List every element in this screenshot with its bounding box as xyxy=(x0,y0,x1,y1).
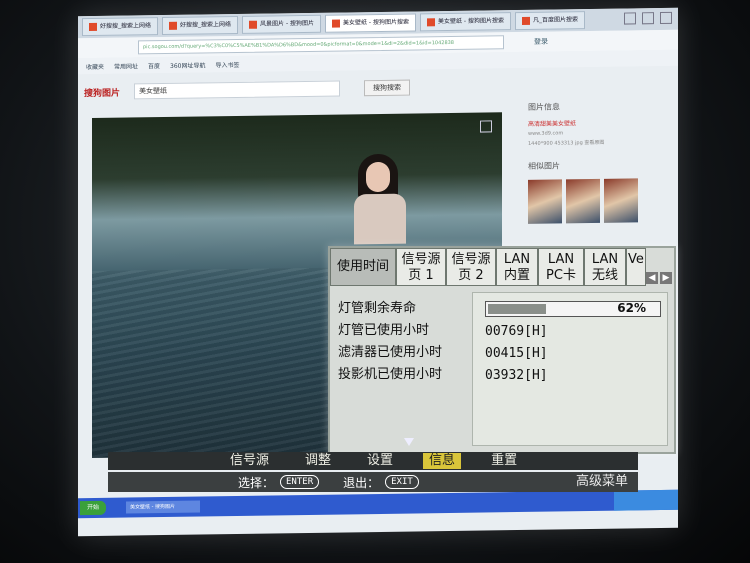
minimize-icon[interactable] xyxy=(624,12,636,25)
browser-tab[interactable]: 风景图片 - 搜狗图片 xyxy=(242,14,322,34)
image-info-panel: 图片信息 高清甜美美女壁纸 www.3d9.com 1440*900 45331… xyxy=(528,100,668,262)
browser-tab[interactable]: 凡_百度图片搜索 xyxy=(514,11,585,31)
browser-tab[interactable]: 好搜搜_搜索上网络 xyxy=(162,15,239,36)
advanced-menu[interactable]: 高级菜单 xyxy=(576,472,628,492)
menu-source[interactable]: 信号源 xyxy=(224,453,275,469)
bookmark-item[interactable]: 导入书签 xyxy=(216,59,240,68)
info-title: 图片信息 xyxy=(528,102,560,112)
start-button[interactable]: 开始 xyxy=(80,500,106,516)
lamp-life-percent: 62% xyxy=(617,301,646,315)
info-link[interactable]: 高清甜美美女壁纸 xyxy=(528,117,668,128)
filter-hours-value: 00415[H] xyxy=(485,346,548,361)
window-controls xyxy=(624,11,672,25)
tab-lan-internal[interactable]: LAN 内置 xyxy=(496,248,538,286)
close-icon[interactable] xyxy=(660,11,672,25)
favicon-icon xyxy=(427,18,435,27)
taskbar-item[interactable]: 美女壁纸 - 搜狗图片 xyxy=(126,500,200,514)
lamp-hours-value: 00769[H] xyxy=(485,324,548,339)
tab-lan-wireless[interactable]: LAN 无线 xyxy=(584,248,626,286)
tab-usage-time[interactable]: 使用时间 xyxy=(330,248,396,286)
info-site: www.3d9.com xyxy=(528,130,564,137)
menu-adjust[interactable]: 调整 xyxy=(299,453,337,469)
filter-hours-label: 滤清器已使用小时 xyxy=(338,345,443,360)
arrow-left-icon[interactable]: ◀ xyxy=(646,272,658,284)
info-size: 1440*900 453313 jpg 查看原图 xyxy=(528,139,605,147)
lamp-hours-label: 灯管已使用小时 xyxy=(338,323,430,338)
select-hint: 选择： xyxy=(238,475,275,490)
browser-tab[interactable]: 好搜搜_搜索上网络 xyxy=(82,17,159,37)
bookmark-item[interactable]: 常用网址 xyxy=(114,61,138,70)
bookmark-item[interactable]: 360网址导航 xyxy=(170,60,205,69)
osd-tabs: 使用时间 信号源 页 1 信号源 页 2 LAN 内置 LAN PC卡 LAN … xyxy=(330,248,674,288)
tab-lan-pccard[interactable]: LAN PC卡 xyxy=(538,248,584,286)
tab-scroll-arrows: ◀ ▶ xyxy=(646,272,672,284)
favicon-icon xyxy=(332,19,341,28)
search-input[interactable]: 美女壁纸 xyxy=(134,80,341,100)
tab-source-page-2[interactable]: 信号源 页 2 xyxy=(446,248,496,286)
favicon-icon xyxy=(521,16,530,25)
osd-value-column: 62% 00769[H] 00415[H] 03932[H] xyxy=(472,292,668,446)
related-thumb[interactable] xyxy=(604,178,638,223)
favicon-icon xyxy=(249,20,258,29)
search-button[interactable]: 搜狗搜索 xyxy=(364,79,411,97)
enter-key-icon: ENTER xyxy=(280,475,320,489)
windows-taskbar: 开始 美女壁纸 - 搜狗图片 xyxy=(78,489,678,519)
system-tray xyxy=(614,489,678,511)
projector-info-panel: 使用时间 信号源 页 1 信号源 页 2 LAN 内置 LAN PC卡 LAN … xyxy=(328,246,676,454)
photo-subject xyxy=(350,153,410,245)
menu-reset[interactable]: 重置 xyxy=(485,453,523,469)
face xyxy=(366,161,390,193)
osd-body: 灯管剩余寿命 灯管已使用小时 滤清器已使用小时 投影机已使用小时 62% 007… xyxy=(332,290,670,446)
down-arrow-icon xyxy=(404,438,414,446)
url-input[interactable]: pic.sogou.com/d?query=%C3%C0%C5%AE%B1%DA… xyxy=(138,35,504,55)
maximize-icon[interactable] xyxy=(642,12,654,25)
fullscreen-icon[interactable] xyxy=(480,120,492,133)
bookmark-item[interactable]: 百度 xyxy=(148,61,160,70)
lamp-life-gauge: 62% xyxy=(485,301,661,317)
menu-settings[interactable]: 设置 xyxy=(361,453,399,469)
tab-source-page-1[interactable]: 信号源 页 1 xyxy=(396,248,446,286)
tab-version[interactable]: Ve xyxy=(626,248,646,286)
related-thumb[interactable] xyxy=(528,179,562,224)
favicon-icon xyxy=(169,21,178,30)
favicon-icon xyxy=(89,22,97,32)
menu-info[interactable]: 信息 xyxy=(423,453,462,469)
related-thumbs xyxy=(528,178,668,224)
related-thumb[interactable] xyxy=(566,178,600,224)
login-link[interactable]: 登录 xyxy=(534,37,548,47)
projector-hours-label: 投影机已使用小时 xyxy=(338,367,443,382)
osd-label-column: 灯管剩余寿命 灯管已使用小时 滤清器已使用小时 投影机已使用小时 xyxy=(338,298,442,386)
osd-main-menu: 信号源 调整 设置 信息 重置 xyxy=(108,438,638,470)
projector-hours-value: 03932[H] xyxy=(485,368,548,383)
browser-tab[interactable]: 美女壁纸 - 搜狗图片搜索 xyxy=(420,12,511,32)
related-title: 相似图片 xyxy=(528,161,560,171)
exit-key-icon: EXIT xyxy=(385,475,419,489)
lamp-life-fill xyxy=(488,304,546,314)
browser-tab[interactable]: 美女壁纸 - 搜狗图片搜索 xyxy=(325,13,416,33)
body xyxy=(354,193,406,245)
bookmark-item[interactable]: 收藏夹 xyxy=(86,61,104,70)
exit-hint: 退出： xyxy=(343,475,380,490)
osd-hint-bar: 选择： ENTER 退出： EXIT 高级菜单 xyxy=(108,472,638,492)
lamp-remaining-label: 灯管剩余寿命 xyxy=(338,301,417,316)
arrow-right-icon[interactable]: ▶ xyxy=(660,272,672,284)
search-logo[interactable]: 搜狗图片 xyxy=(84,85,120,99)
